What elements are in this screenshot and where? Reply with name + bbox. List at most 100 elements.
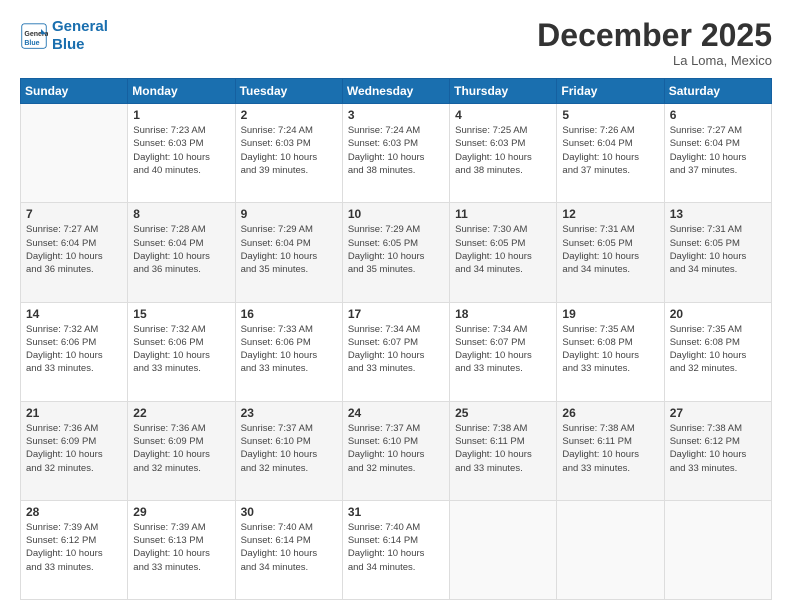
day-number: 31 <box>348 505 444 519</box>
svg-text:General: General <box>24 31 48 38</box>
day-info: Sunrise: 7:39 AM Sunset: 6:13 PM Dayligh… <box>133 521 229 574</box>
table-row: 27Sunrise: 7:38 AM Sunset: 6:12 PM Dayli… <box>664 401 771 500</box>
day-number: 5 <box>562 108 658 122</box>
day-info: Sunrise: 7:40 AM Sunset: 6:14 PM Dayligh… <box>241 521 337 574</box>
table-row: 29 Sunrise: 7:39 AM Sunset: 6:13 PM Dayli… <box>128 500 235 599</box>
day-info: Sunrise: 7:36 AM Sunset: 6:09 PM Dayligh… <box>133 422 229 475</box>
logo-line1: General <box>52 18 108 35</box>
day-number: 30 <box>241 505 337 519</box>
col-wednesday: Wednesday <box>342 79 449 104</box>
day-info: Sunrise: 7:29 AM Sunset: 6:05 PM Dayligh… <box>348 223 444 276</box>
day-info: Sunrise: 7:38 AM Sunset: 6:11 PM Dayligh… <box>562 422 658 475</box>
table-row: 31 Sunrise: 7:40 AM Sunset: 6:14 PM Dayli… <box>342 500 449 599</box>
col-thursday: Thursday <box>450 79 557 104</box>
day-info: Sunrise: 7:34 AM Sunset: 6:07 PM Dayligh… <box>348 323 444 376</box>
header: General Blue General Blue December 2025 … <box>20 18 772 68</box>
day-number: 19 <box>562 307 658 321</box>
day-number: 28 <box>26 505 122 519</box>
day-number: 8 <box>133 207 229 221</box>
calendar-week-row: 1 Sunrise: 7:23 AM Sunset: 6:03 PM Daylig… <box>21 104 772 203</box>
day-info: Sunrise: 7:28 AM Sunset: 6:04 PM Dayligh… <box>133 223 229 276</box>
table-row: 25 Sunrise: 7:38 AM Sunset: 6:11 PM Dayli… <box>450 401 557 500</box>
day-number: 26 <box>562 406 658 420</box>
svg-text:Blue: Blue <box>24 40 39 47</box>
col-saturday: Saturday <box>664 79 771 104</box>
table-row: 11 Sunrise: 7:30 AM Sunset: 6:05 PM Dayli… <box>450 203 557 302</box>
table-row: 12Sunrise: 7:31 AM Sunset: 6:05 PM Dayli… <box>557 203 664 302</box>
table-row: 10 Sunrise: 7:29 AM Sunset: 6:05 PM Dayli… <box>342 203 449 302</box>
table-row <box>21 104 128 203</box>
day-number: 10 <box>348 207 444 221</box>
day-info: Sunrise: 7:37 AM Sunset: 6:10 PM Dayligh… <box>241 422 337 475</box>
logo-text: General Blue <box>52 18 108 54</box>
table-row: 22 Sunrise: 7:36 AM Sunset: 6:09 PM Dayli… <box>128 401 235 500</box>
table-row: 5 Sunrise: 7:26 AM Sunset: 6:04 PM Daylig… <box>557 104 664 203</box>
day-info: Sunrise: 7:33 AM Sunset: 6:06 PM Dayligh… <box>241 323 337 376</box>
table-row: 19 Sunrise: 7:35 AM Sunset: 6:08 PM Dayli… <box>557 302 664 401</box>
day-number: 25 <box>455 406 551 420</box>
table-row: 16Sunrise: 7:33 AM Sunset: 6:06 PM Dayli… <box>235 302 342 401</box>
day-info: Sunrise: 7:27 AM Sunset: 6:04 PM Dayligh… <box>26 223 122 276</box>
day-info: Sunrise: 7:35 AM Sunset: 6:08 PM Dayligh… <box>670 323 766 376</box>
table-row: 24 Sunrise: 7:37 AM Sunset: 6:10 PM Dayli… <box>342 401 449 500</box>
calendar-week-row: 14Sunrise: 7:32 AM Sunset: 6:06 PM Dayli… <box>21 302 772 401</box>
col-monday: Monday <box>128 79 235 104</box>
calendar-week-row: 28 Sunrise: 7:39 AM Sunset: 6:12 PM Dayli… <box>21 500 772 599</box>
day-number: 1 <box>133 108 229 122</box>
col-friday: Friday <box>557 79 664 104</box>
day-info: Sunrise: 7:31 AM Sunset: 6:05 PM Dayligh… <box>562 223 658 276</box>
table-row <box>557 500 664 599</box>
day-number: 11 <box>455 207 551 221</box>
logo-icon: General Blue <box>20 22 48 50</box>
table-row: 23 Sunrise: 7:37 AM Sunset: 6:10 PM Dayli… <box>235 401 342 500</box>
day-info: Sunrise: 7:39 AM Sunset: 6:12 PM Dayligh… <box>26 521 122 574</box>
logo-line2: Blue <box>52 36 85 53</box>
day-info: Sunrise: 7:32 AM Sunset: 6:06 PM Dayligh… <box>26 323 122 376</box>
day-info: Sunrise: 7:29 AM Sunset: 6:04 PM Dayligh… <box>241 223 337 276</box>
day-number: 9 <box>241 207 337 221</box>
table-row: 2 Sunrise: 7:24 AM Sunset: 6:03 PM Daylig… <box>235 104 342 203</box>
day-info: Sunrise: 7:36 AM Sunset: 6:09 PM Dayligh… <box>26 422 122 475</box>
table-row: 30 Sunrise: 7:40 AM Sunset: 6:14 PM Dayli… <box>235 500 342 599</box>
day-number: 27 <box>670 406 766 420</box>
table-row: 28 Sunrise: 7:39 AM Sunset: 6:12 PM Dayli… <box>21 500 128 599</box>
table-row: 6 Sunrise: 7:27 AM Sunset: 6:04 PM Daylig… <box>664 104 771 203</box>
col-tuesday: Tuesday <box>235 79 342 104</box>
day-info: Sunrise: 7:37 AM Sunset: 6:10 PM Dayligh… <box>348 422 444 475</box>
page: General Blue General Blue December 2025 … <box>0 0 792 612</box>
day-info: Sunrise: 7:38 AM Sunset: 6:11 PM Dayligh… <box>455 422 551 475</box>
day-info: Sunrise: 7:40 AM Sunset: 6:14 PM Dayligh… <box>348 521 444 574</box>
table-row: 8 Sunrise: 7:28 AM Sunset: 6:04 PM Daylig… <box>128 203 235 302</box>
day-info: Sunrise: 7:30 AM Sunset: 6:05 PM Dayligh… <box>455 223 551 276</box>
calendar-header-row: Sunday Monday Tuesday Wednesday Thursday… <box>21 79 772 104</box>
day-info: Sunrise: 7:26 AM Sunset: 6:04 PM Dayligh… <box>562 124 658 177</box>
calendar-table: Sunday Monday Tuesday Wednesday Thursday… <box>20 78 772 600</box>
day-info: Sunrise: 7:23 AM Sunset: 6:03 PM Dayligh… <box>133 124 229 177</box>
day-number: 24 <box>348 406 444 420</box>
table-row: 17 Sunrise: 7:34 AM Sunset: 6:07 PM Dayli… <box>342 302 449 401</box>
day-info: Sunrise: 7:35 AM Sunset: 6:08 PM Dayligh… <box>562 323 658 376</box>
day-number: 29 <box>133 505 229 519</box>
logo: General Blue General Blue <box>20 18 108 54</box>
day-number: 3 <box>348 108 444 122</box>
day-number: 6 <box>670 108 766 122</box>
table-row: 20Sunrise: 7:35 AM Sunset: 6:08 PM Dayli… <box>664 302 771 401</box>
day-info: Sunrise: 7:32 AM Sunset: 6:06 PM Dayligh… <box>133 323 229 376</box>
col-sunday: Sunday <box>21 79 128 104</box>
day-number: 23 <box>241 406 337 420</box>
day-number: 22 <box>133 406 229 420</box>
table-row: 15 Sunrise: 7:32 AM Sunset: 6:06 PM Dayli… <box>128 302 235 401</box>
day-number: 2 <box>241 108 337 122</box>
day-number: 17 <box>348 307 444 321</box>
day-info: Sunrise: 7:27 AM Sunset: 6:04 PM Dayligh… <box>670 124 766 177</box>
day-number: 7 <box>26 207 122 221</box>
table-row: 18Sunrise: 7:34 AM Sunset: 6:07 PM Dayli… <box>450 302 557 401</box>
calendar-week-row: 7 Sunrise: 7:27 AM Sunset: 6:04 PM Daylig… <box>21 203 772 302</box>
table-row <box>450 500 557 599</box>
month-title: December 2025 <box>537 18 772 53</box>
day-info: Sunrise: 7:24 AM Sunset: 6:03 PM Dayligh… <box>241 124 337 177</box>
day-info: Sunrise: 7:25 AM Sunset: 6:03 PM Dayligh… <box>455 124 551 177</box>
day-number: 21 <box>26 406 122 420</box>
table-row: 3Sunrise: 7:24 AM Sunset: 6:03 PM Daylig… <box>342 104 449 203</box>
day-number: 15 <box>133 307 229 321</box>
